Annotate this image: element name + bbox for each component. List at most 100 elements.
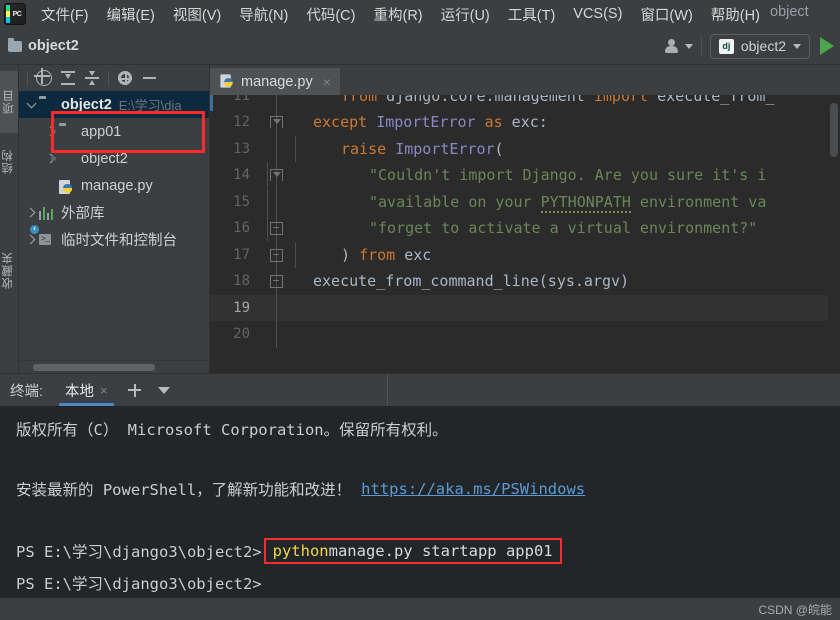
close-icon[interactable]: × [323, 74, 331, 90]
menu-refactor[interactable]: 重构(R) [364, 2, 431, 27]
menu-help[interactable]: 帮助(H) [702, 2, 769, 27]
menu-window[interactable]: 窗口(W) [631, 2, 701, 27]
code-text: "forget to activate a virtual environmen… [267, 215, 757, 242]
run-configuration-selector[interactable]: dj object2 [709, 33, 810, 59]
main-area: 项目 结构 收藏夹 object2 E:\学习\dja app01 object… [0, 65, 840, 373]
tool-window-button-structure[interactable]: 结构 [0, 131, 18, 193]
fold-gutter[interactable] [259, 109, 293, 136]
tool-window-button-favorites[interactable]: 收藏夹 [0, 227, 18, 313]
menu-view[interactable]: 视图(V) [164, 2, 230, 27]
annotation-highlight-command: python manage.py startapp app01 [263, 538, 562, 564]
tree-item-label: object2 [81, 150, 128, 167]
project-tree[interactable]: object2 E:\学习\dja app01 object2 manage.p… [19, 91, 209, 360]
fold-gutter[interactable] [259, 268, 293, 295]
folder-icon [39, 98, 56, 112]
code-text: "Couldn't import Django. Are you sure it… [267, 162, 766, 189]
scrollbar-thumb[interactable] [830, 103, 838, 157]
tree-item-object2-pkg[interactable]: object2 [19, 145, 209, 172]
chevron-down-icon[interactable] [157, 386, 170, 394]
tree-item-scratches-consoles[interactable]: >_ 临时文件和控制台 [19, 224, 209, 253]
toolbar-divider [700, 37, 702, 55]
chevron-right-icon[interactable] [23, 207, 39, 218]
module-folder-icon [59, 125, 76, 139]
chevron-right-icon[interactable] [23, 234, 39, 245]
powershell-link[interactable]: https://aka.ms/PSWindows [361, 480, 585, 498]
line-number: 20 [233, 326, 250, 343]
tree-item-manage-py[interactable]: manage.py [19, 172, 209, 199]
menu-edit[interactable]: 编辑(E) [98, 2, 164, 27]
library-icon [39, 206, 56, 220]
fold-gutter [259, 188, 293, 215]
editor-scrollbar[interactable] [828, 95, 840, 373]
terminal-title: 终端: [10, 383, 44, 400]
terminal-line-prompt-2[interactable]: PS E:\学习\django3\object2> [16, 568, 840, 598]
toolbar-divider [108, 70, 109, 86]
project-tool-window: object2 E:\学习\dja app01 object2 manage.p… [19, 65, 210, 373]
tree-item-path: E:\学习\dja [118, 98, 182, 113]
line-number: 15 [233, 193, 250, 210]
minimize-icon[interactable] [137, 67, 161, 89]
user-account-button[interactable] [664, 39, 693, 53]
fold-gutter[interactable] [259, 241, 293, 268]
terminal-tool-window: 终端: 本地 × 版权所有（C） Microsoft Corporation。保… [0, 373, 840, 598]
code-text: ) from exc [293, 241, 431, 268]
project-horizontal-scrollbar[interactable] [19, 360, 209, 373]
locate-icon[interactable] [32, 67, 56, 89]
project-toolbar [19, 65, 209, 91]
code-text: execute_from_command_line(sys.argv) [313, 272, 630, 291]
terminal-prompt: PS E:\学习\django3\object2> [16, 543, 262, 561]
fold-gutter [259, 294, 293, 321]
fold-gutter [259, 135, 293, 162]
code-text: except ImportError as exc: [313, 113, 548, 132]
menu-code[interactable]: 代码(C) [297, 2, 364, 27]
tree-item-app01[interactable]: app01 [19, 118, 209, 145]
tool-window-button-project[interactable]: 项目 [0, 71, 18, 133]
tree-item-external-libraries[interactable]: 外部库 [19, 199, 209, 226]
close-icon[interactable]: × [100, 383, 108, 398]
fold-gutter[interactable] [259, 162, 293, 189]
expand-all-icon[interactable] [56, 67, 80, 89]
menu-run[interactable]: 运行(U) [432, 2, 499, 27]
menu-file[interactable]: 文件(F) [32, 2, 98, 27]
terminal-line-copyright: 版权所有（C） Microsoft Corporation。保留所有权利。 [16, 414, 840, 444]
pycharm-window: PC 文件(F) 编辑(E) 视图(V) 导航(N) 代码(C) 重构(R) 运… [0, 0, 840, 620]
fold-gutter[interactable] [259, 215, 293, 242]
scrollbar-thumb[interactable] [33, 364, 155, 371]
terminal-output[interactable]: 版权所有（C） Microsoft Corporation。保留所有权利。 安装… [0, 406, 840, 598]
left-tool-strip: 项目 结构 收藏夹 [0, 65, 19, 373]
menu-vcs[interactable]: VCS(S) [564, 4, 631, 24]
terminal-line-powershell: 安装最新的 PowerShell，了解新功能和改进！ https://aka.m… [16, 474, 840, 504]
line-number: 14 [233, 167, 250, 184]
line-number: 17 [233, 246, 250, 263]
pycharm-logo-icon: PC [4, 3, 26, 25]
tree-item-label: object2 [61, 96, 112, 113]
code-text: from django.core.management import execu… [341, 95, 775, 106]
code-line-19: 19 [210, 294, 840, 321]
collapse-all-icon[interactable] [80, 67, 104, 89]
tree-item-label: manage.py [81, 177, 153, 194]
command-args: manage.py startapp app01 [328, 542, 553, 560]
chevron-down-icon[interactable] [23, 98, 39, 108]
watermark: CSDN @皖能 [758, 602, 832, 617]
code-viewport[interactable]: 11 from django.core.management import ex… [210, 95, 840, 373]
terminal-prompt: PS E:\学习\django3\object2> [16, 575, 262, 593]
line-number: 13 [233, 140, 250, 157]
run-button[interactable] [820, 37, 834, 55]
tree-item-label: app01 [81, 123, 122, 140]
tree-item-label: 外部库 [61, 206, 105, 222]
line-number: 12 [233, 114, 250, 131]
folder-icon [8, 37, 22, 52]
django-icon: dj [718, 38, 734, 54]
breadcrumb[interactable]: object2 [8, 37, 79, 54]
fold-gutter [259, 321, 293, 348]
menu-navigate[interactable]: 导航(N) [230, 2, 297, 27]
tree-item-object2-root[interactable]: object2 E:\学习\dja [19, 91, 209, 118]
menu-tools[interactable]: 工具(T) [499, 2, 565, 27]
editor-tab-manage-py[interactable]: manage.py × [210, 68, 340, 95]
settings-gear-icon[interactable] [113, 67, 137, 89]
terminal-tab-local[interactable]: 本地 × [57, 374, 116, 406]
terminal-tab-bar: 终端: 本地 × [0, 374, 840, 406]
code-line-17: 17 ) from exc [210, 241, 840, 268]
editor-area: manage.py × 11 from django.core.manageme… [210, 65, 840, 373]
